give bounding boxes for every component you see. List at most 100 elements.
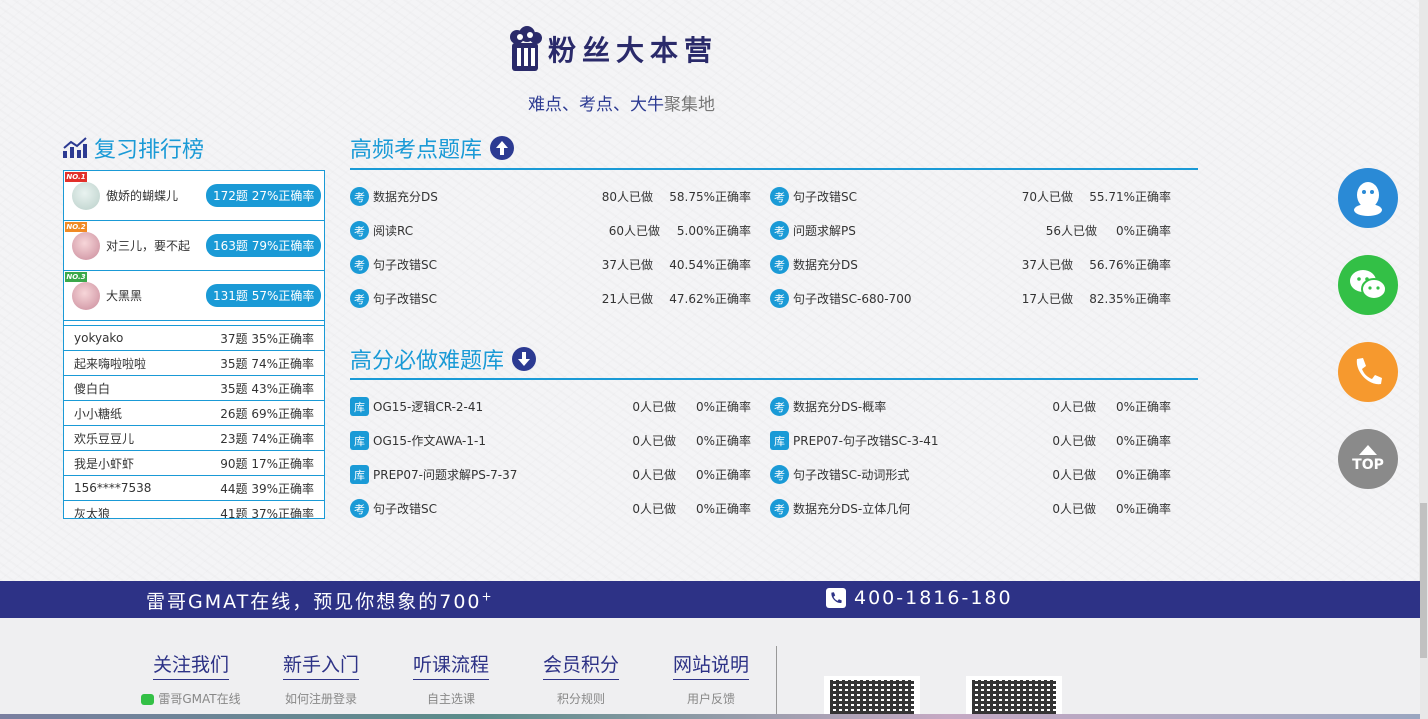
question-name[interactable]: 句子改错SC-动词形式 [793, 466, 1003, 483]
page-scrollbar[interactable] [1419, 0, 1428, 719]
ku-badge-icon: 库 [770, 431, 789, 450]
question-name[interactable]: 数据充分DS-概率 [793, 398, 1003, 415]
question-name[interactable]: OG15-作文AWA-1-1 [373, 432, 583, 449]
band-slogan-text: 雷哥GMAT在线，预见你想象的700 [146, 591, 482, 613]
accuracy-rate: 82.35%正确率 [1089, 292, 1171, 306]
question-name[interactable]: 数据充分DS [373, 188, 583, 205]
question-item[interactable]: 考数据充分DS 37人已做 56.76%正确率 [770, 255, 1171, 274]
question-item[interactable]: 库 OG15-逻辑CR-2-41 0人已做 0%正确率 [350, 397, 751, 416]
rank-list-item[interactable]: yokyako 37题 35%正确率 [64, 326, 324, 351]
top-label: TOP [1352, 457, 1384, 473]
hard-bank-header: 高分必做难题库 [350, 343, 537, 375]
kao-badge-icon: 考 [770, 397, 789, 416]
wechat-contact-button[interactable] [1338, 255, 1398, 315]
qq-contact-button[interactable] [1338, 168, 1398, 228]
done-count: 60人已做 [608, 224, 660, 238]
question-item[interactable]: 库 PREP07-句子改错SC-3-41 0人已做 0%正确率 [770, 431, 1171, 450]
done-count: 0人已做 [1052, 468, 1096, 482]
rank-list-item[interactable]: 156****7538 44题 39%正确率 [64, 476, 324, 501]
phone-contact-button[interactable] [1338, 342, 1398, 402]
footer-link[interactable]: 新手入门 [282, 650, 359, 680]
question-name[interactable]: PREP07-句子改错SC-3-41 [793, 432, 1003, 449]
question-item[interactable]: 考句子改错SC 0人已做 0%正确率 [350, 499, 751, 518]
footer-divider [776, 646, 777, 719]
ku-badge-icon: 库 [350, 431, 369, 450]
question-name[interactable]: 句子改错SC-680-700 [793, 290, 1003, 307]
footer-sublink[interactable]: 用户反馈 [661, 690, 761, 707]
rank-user-name: 对三儿，要不起 [106, 239, 191, 253]
question-name[interactable]: 数据充分DS [793, 256, 1003, 273]
footer-link[interactable]: 会员积分 [542, 650, 619, 680]
qr-code [824, 676, 920, 719]
question-name[interactable]: 数据充分DS-立体几何 [793, 500, 1003, 517]
question-item[interactable]: 考句子改错SC 70人已做 55.71%正确率 [770, 187, 1171, 206]
question-name[interactable]: PREP07-问题求解PS-7-37 [373, 466, 583, 483]
question-item[interactable]: 考句子改错SC 21人已做 47.62%正确率 [350, 289, 751, 308]
avatar [72, 281, 100, 310]
rank-user-name: yokyako [74, 331, 124, 345]
arrow-up-icon[interactable] [490, 136, 515, 160]
question-item[interactable]: 考数据充分DS 80人已做 58.75%正确率 [350, 187, 751, 206]
footer-sublink[interactable]: 雷哥GMAT在线 [141, 690, 241, 707]
slogan-tail: 聚集地 [664, 95, 715, 115]
fans-camp-logo: 粉丝大本营 [508, 24, 718, 74]
rank-list-item[interactable]: 起来嗨啦啦啦 35题 74%正确率 [64, 351, 324, 376]
question-name[interactable]: 句子改错SC [793, 188, 1003, 205]
accuracy-rate: 0%正确率 [695, 434, 751, 448]
footer-band: 雷哥GMAT在线，预见你想象的700+ 400-1816-180 [0, 581, 1420, 618]
accuracy-rate: 0%正确率 [695, 468, 751, 482]
rank-top-row[interactable]: NO.1 傲娇的蝴蝶儿 172题 27%正确率 [64, 171, 324, 221]
arrow-down-icon[interactable] [512, 347, 537, 371]
question-item[interactable]: 库 PREP07-问题求解PS-7-37 0人已做 0%正确率 [350, 465, 751, 484]
question-name[interactable]: 阅读RC [373, 222, 583, 239]
question-item[interactable]: 考数据充分DS-概率 0人已做 0%正确率 [770, 397, 1171, 416]
question-item[interactable]: 考句子改错SC-动词形式 0人已做 0%正确率 [770, 465, 1171, 484]
rank-user-name: 大黑黑 [106, 289, 143, 303]
question-item[interactable]: 库 OG15-作文AWA-1-1 0人已做 0%正确率 [350, 431, 751, 450]
question-name[interactable]: OG15-逻辑CR-2-41 [373, 398, 583, 415]
rank-top-row[interactable]: NO.2 对三儿，要不起 163题 79%正确率 [64, 221, 324, 271]
ku-badge-icon: 库 [350, 397, 369, 416]
question-item[interactable]: 考句子改错SC-680-700 17人已做 82.35%正确率 [770, 289, 1171, 308]
question-item[interactable]: 考句子改错SC 37人已做 40.54%正确率 [350, 255, 751, 274]
footer-link[interactable]: 听课流程 [412, 650, 489, 680]
trend-chart-icon [63, 137, 87, 158]
scrollbar-thumb[interactable] [1420, 503, 1427, 658]
question-name[interactable]: 句子改错SC [373, 290, 583, 307]
question-name[interactable]: 句子改错SC [373, 500, 583, 517]
footer-link[interactable]: 网站说明 [672, 650, 749, 680]
rank-list-item[interactable]: 欢乐豆豆儿 23题 74%正确率 [64, 426, 324, 451]
accuracy-rate: 56.76%正确率 [1089, 258, 1171, 272]
hard-bank-title: 高分必做难题库 [350, 349, 505, 374]
back-to-top-button[interactable]: TOP [1338, 429, 1398, 489]
rank-list-item[interactable]: 我是小虾虾 90题 17%正确率 [64, 451, 324, 476]
footer-sublink[interactable]: 自主选课 [401, 690, 501, 707]
done-count: 0人已做 [632, 502, 676, 516]
ku-badge-icon: 库 [350, 465, 369, 484]
question-item[interactable]: 考问题求解PS 56人已做 0%正确率 [770, 221, 1171, 240]
footer-sublink[interactable]: 积分规则 [531, 690, 631, 707]
rank-top-row[interactable]: NO.3 大黑黑 131题 57%正确率 [64, 271, 324, 321]
kao-badge-icon: 考 [350, 499, 369, 518]
footer-col-about: 网站说明 用户反馈 [661, 650, 761, 707]
question-item[interactable]: 考阅读RC 60人已做 5.00%正确率 [350, 221, 751, 240]
rank-header: 复习排行榜 [62, 132, 204, 164]
kao-badge-icon: 考 [350, 221, 369, 240]
footer-sublink[interactable]: 如何注册登录 [271, 690, 371, 707]
footer-link[interactable]: 关注我们 [152, 650, 229, 680]
accuracy-rate: 0%正确率 [695, 502, 751, 516]
question-name[interactable]: 句子改错SC [373, 256, 583, 273]
rank-list-item[interactable]: 小小糖纸 26题 69%正确率 [64, 401, 324, 426]
accuracy-rate: 47.62%正确率 [669, 292, 751, 306]
question-name[interactable]: 问题求解PS [793, 222, 1003, 239]
kao-badge-icon: 考 [770, 187, 789, 206]
rank-list-item[interactable]: 灰太狼 41题 37%正确率 [64, 501, 324, 519]
done-count: 0人已做 [1052, 400, 1096, 414]
question-item[interactable]: 考数据充分DS-立体几何 0人已做 0%正确率 [770, 499, 1171, 518]
phone-icon [826, 588, 846, 608]
qq-icon [1354, 182, 1382, 216]
rank-list-item[interactable]: 傻白白 35题 43%正确率 [64, 376, 324, 401]
accuracy-rate: 0%正确率 [1115, 468, 1171, 482]
done-count: 56人已做 [1045, 224, 1097, 238]
accuracy-rate: 0%正确率 [1115, 400, 1171, 414]
